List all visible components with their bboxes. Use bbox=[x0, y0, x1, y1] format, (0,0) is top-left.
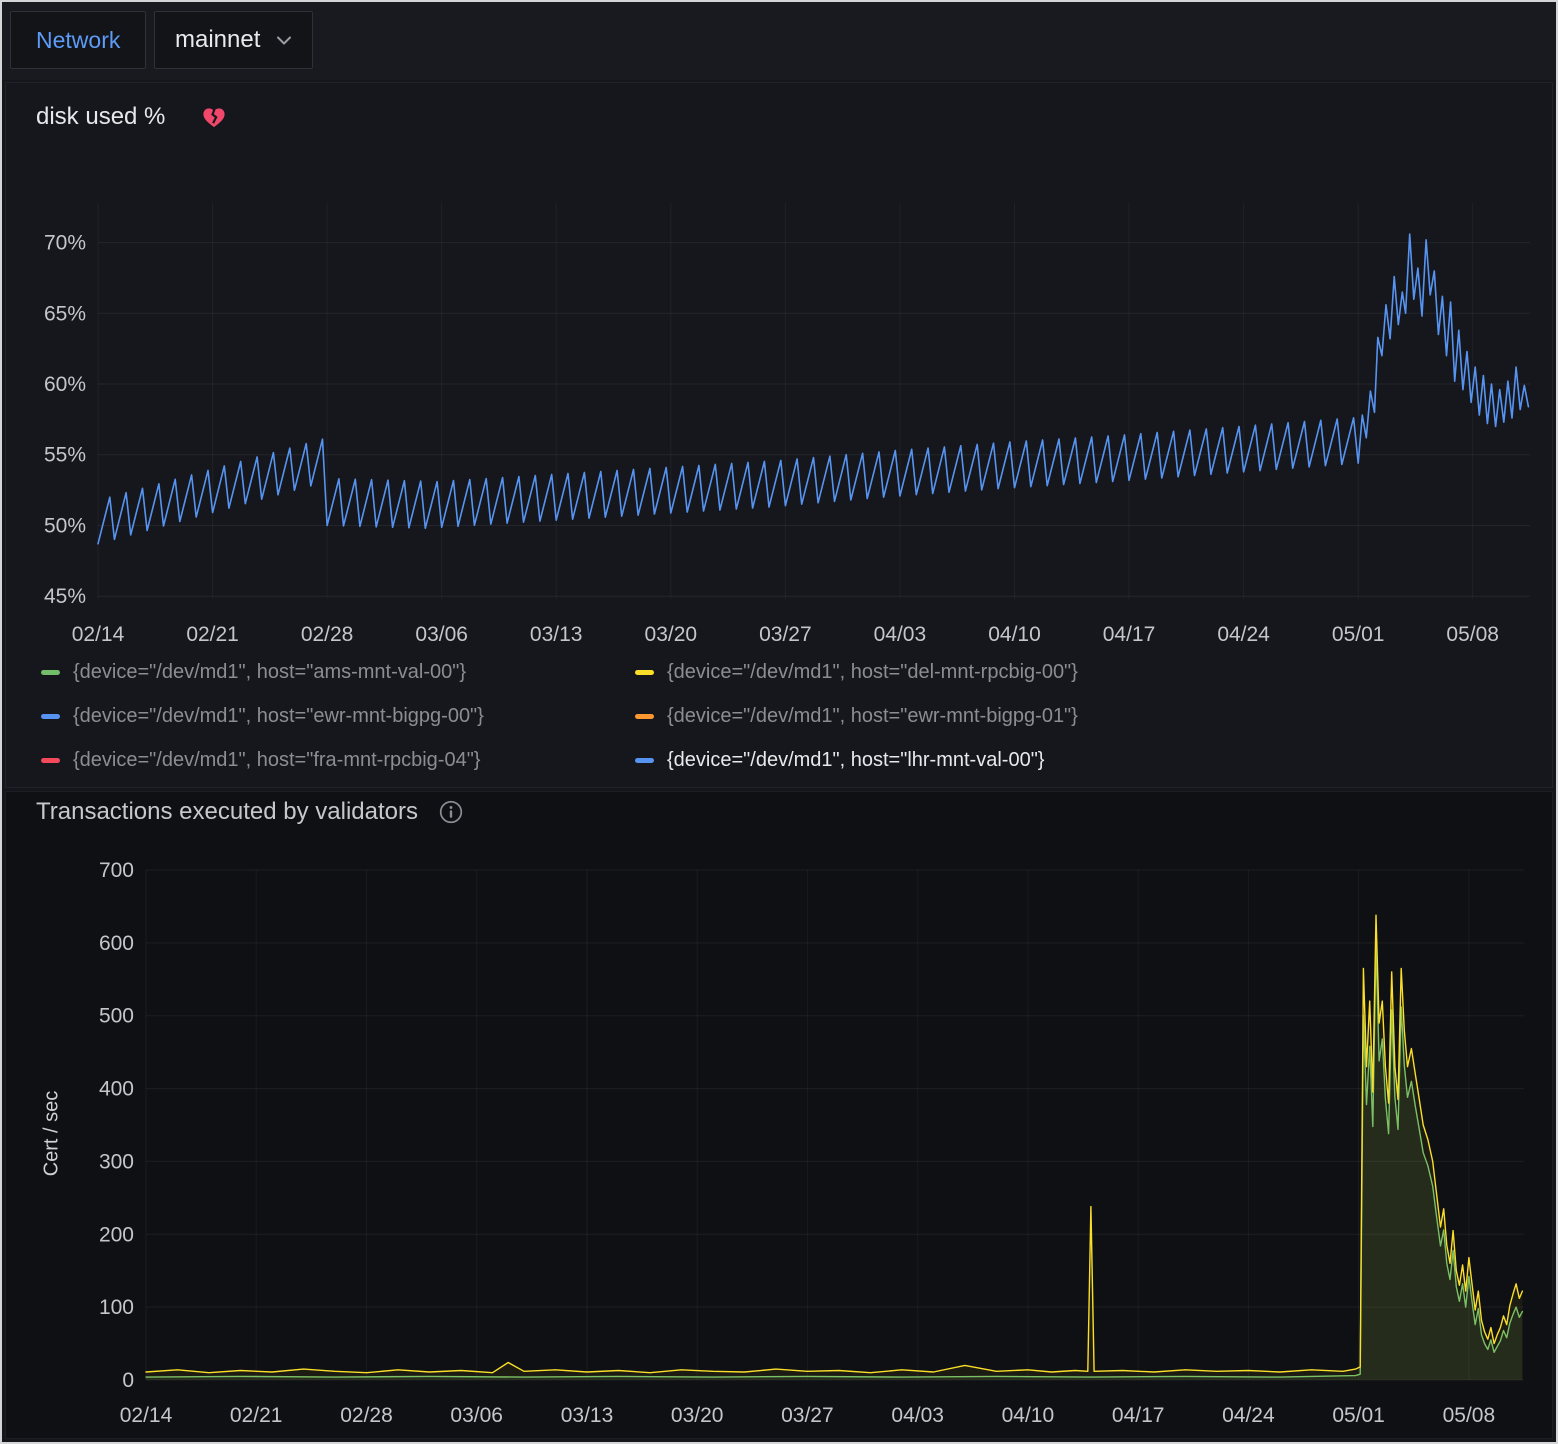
svg-text:02/14: 02/14 bbox=[120, 1404, 173, 1427]
disk-used-legend: {device="/dev/md1", host="ams-mnt-val-00… bbox=[41, 661, 1078, 772]
svg-text:02/28: 02/28 bbox=[301, 623, 354, 646]
svg-text:04/24: 04/24 bbox=[1217, 623, 1270, 646]
panel-title: disk used % bbox=[36, 103, 165, 131]
svg-text:03/06: 03/06 bbox=[450, 1404, 503, 1427]
svg-text:600: 600 bbox=[99, 932, 134, 955]
svg-text:03/20: 03/20 bbox=[671, 1404, 724, 1427]
panel-transactions: Transactions executed by validators Cert… bbox=[5, 791, 1553, 1439]
series-color-swatch bbox=[635, 714, 654, 719]
svg-text:03/06: 03/06 bbox=[415, 623, 468, 646]
svg-text:65%: 65% bbox=[44, 302, 86, 325]
svg-text:04/10: 04/10 bbox=[1002, 1404, 1055, 1427]
dashboard-topbar: Network mainnet bbox=[2, 2, 1556, 80]
series-color-swatch bbox=[635, 670, 654, 675]
svg-text:03/27: 03/27 bbox=[759, 623, 812, 646]
svg-text:03/27: 03/27 bbox=[781, 1404, 834, 1427]
svg-text:02/28: 02/28 bbox=[340, 1404, 393, 1427]
disk-used-chart[interactable]: 02/14 02/21 02/28 03/06 03/13 03/20 03/27 04/03… bbox=[6, 169, 1552, 663]
svg-text:70%: 70% bbox=[44, 232, 86, 255]
svg-text:100: 100 bbox=[99, 1296, 134, 1319]
legend-item-lhr-mnt-val-00[interactable]: {device="/dev/md1", host="lhr-mnt-val-00… bbox=[635, 749, 1078, 772]
panel-transactions-header[interactable]: Transactions executed by validators bbox=[36, 798, 464, 826]
panel-disk-used: disk used % 02/14 02/21 02/28 03/06 03/13 03/… bbox=[5, 82, 1553, 788]
svg-text:03/13: 03/13 bbox=[561, 1404, 614, 1427]
svg-text:0: 0 bbox=[122, 1369, 134, 1392]
svg-text:02/21: 02/21 bbox=[186, 623, 239, 646]
svg-text:300: 300 bbox=[99, 1150, 134, 1173]
network-dropdown[interactable]: mainnet bbox=[154, 11, 313, 69]
legend-item-ewr-mnt-bigpg-00[interactable]: {device="/dev/md1", host="ewr-mnt-bigpg-… bbox=[41, 705, 635, 728]
dashboard: Network mainnet disk used % 02/1402/2102… bbox=[0, 0, 1558, 1444]
legend-item-fra-mnt-rpcbig-04[interactable]: {device="/dev/md1", host="fra-mnt-rpcbig… bbox=[41, 749, 635, 772]
svg-text:04/17: 04/17 bbox=[1112, 1404, 1165, 1427]
svg-text:60%: 60% bbox=[44, 373, 86, 396]
svg-text:04/24: 04/24 bbox=[1222, 1404, 1275, 1427]
panel-title: Transactions executed by validators bbox=[36, 798, 418, 826]
transactions-chart[interactable]: 02/14 02/21 02/28 03/06 03/13 03/20 03/27 04/03… bbox=[6, 840, 1552, 1436]
info-circle-icon[interactable] bbox=[438, 799, 464, 825]
legend-label: {device="/dev/md1", host="del-mnt-rpcbig… bbox=[667, 661, 1078, 684]
svg-text:500: 500 bbox=[99, 1005, 134, 1028]
svg-text:02/21: 02/21 bbox=[230, 1404, 283, 1427]
variable-label-text: Network bbox=[36, 27, 120, 54]
series-color-swatch bbox=[41, 714, 60, 719]
svg-text:04/17: 04/17 bbox=[1103, 623, 1156, 646]
svg-text:55%: 55% bbox=[44, 444, 86, 467]
svg-text:02/14: 02/14 bbox=[72, 623, 125, 646]
legend-label: {device="/dev/md1", host="fra-mnt-rpcbig… bbox=[73, 749, 481, 772]
svg-text:05/01: 05/01 bbox=[1332, 623, 1385, 646]
svg-text:04/10: 04/10 bbox=[988, 623, 1041, 646]
svg-text:03/20: 03/20 bbox=[645, 623, 698, 646]
series-color-swatch bbox=[41, 758, 60, 763]
series-color-swatch bbox=[635, 758, 654, 763]
legend-label: {device="/dev/md1", host="ewr-mnt-bigpg-… bbox=[73, 705, 484, 728]
svg-text:45%: 45% bbox=[44, 585, 86, 608]
network-dropdown-value: mainnet bbox=[175, 26, 260, 54]
svg-text:200: 200 bbox=[99, 1223, 134, 1246]
series-color-swatch bbox=[41, 670, 60, 675]
legend-item-ams-mnt-val-00[interactable]: {device="/dev/md1", host="ams-mnt-val-00… bbox=[41, 661, 635, 684]
svg-text:05/01: 05/01 bbox=[1332, 1404, 1385, 1427]
alert-broken-heart-icon bbox=[201, 105, 227, 129]
chevron-down-icon bbox=[276, 35, 292, 46]
svg-text:05/08: 05/08 bbox=[1443, 1404, 1496, 1427]
panel-disk-used-header[interactable]: disk used % bbox=[36, 103, 227, 131]
svg-text:700: 700 bbox=[99, 859, 134, 882]
legend-label: {device="/dev/md1", host="lhr-mnt-val-00… bbox=[667, 749, 1044, 772]
svg-text:04/03: 04/03 bbox=[891, 1404, 944, 1427]
legend-item-ewr-mnt-bigpg-01[interactable]: {device="/dev/md1", host="ewr-mnt-bigpg-… bbox=[635, 705, 1078, 728]
svg-text:04/03: 04/03 bbox=[874, 623, 927, 646]
svg-text:03/13: 03/13 bbox=[530, 623, 583, 646]
svg-text:400: 400 bbox=[99, 1078, 134, 1101]
legend-item-del-mnt-rpcbig-00[interactable]: {device="/dev/md1", host="del-mnt-rpcbig… bbox=[635, 661, 1078, 684]
svg-text:50%: 50% bbox=[44, 515, 86, 538]
variable-label-network: Network bbox=[10, 11, 146, 69]
svg-text:05/08: 05/08 bbox=[1446, 623, 1499, 646]
legend-label: {device="/dev/md1", host="ams-mnt-val-00… bbox=[73, 661, 466, 684]
legend-label: {device="/dev/md1", host="ewr-mnt-bigpg-… bbox=[667, 705, 1078, 728]
